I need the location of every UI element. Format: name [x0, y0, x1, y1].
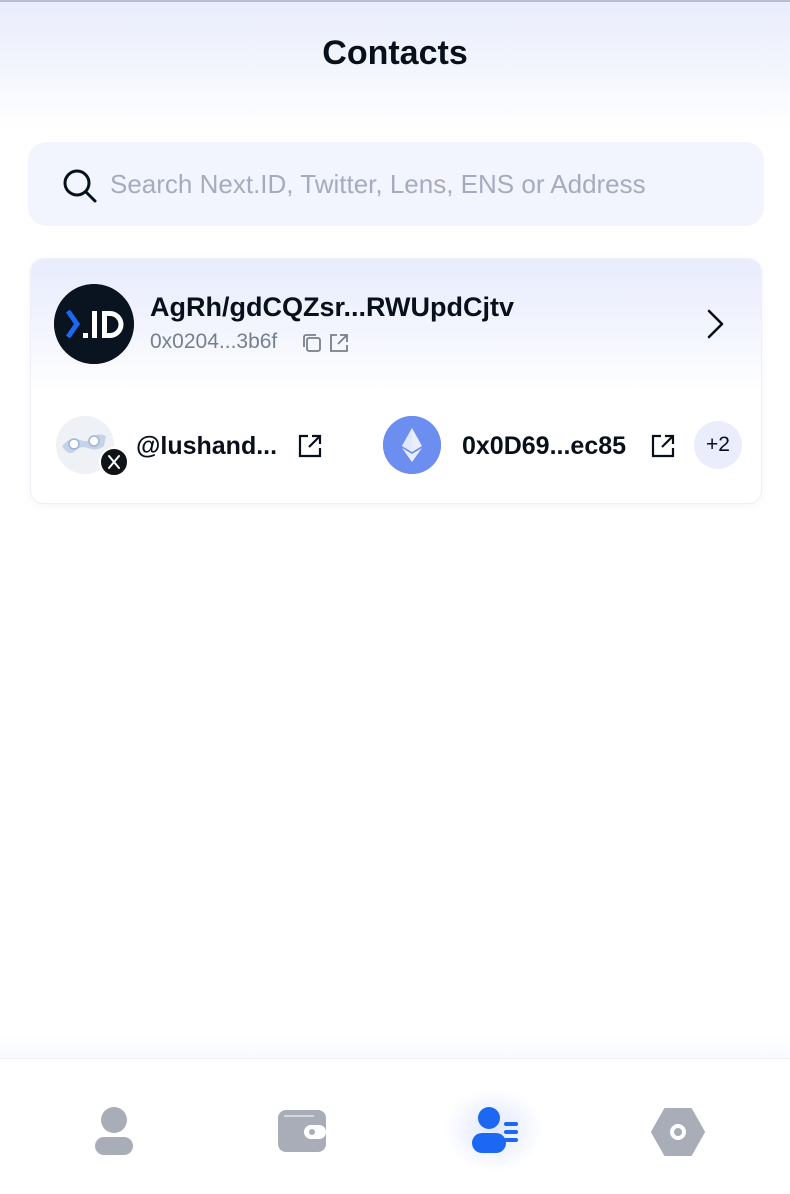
- contact-name: AgRh/gdCQZsr...RWUpdCjtv: [150, 292, 514, 322]
- ethereum-address[interactable]: 0x0D69...ec85: [462, 432, 626, 461]
- chevron-right-icon[interactable]: [700, 306, 730, 342]
- nextid-logo-icon: [54, 284, 134, 364]
- more-identities-badge[interactable]: +2: [694, 421, 742, 469]
- contact-address: 0x0204...3b6f: [150, 330, 278, 353]
- twitter-external-link-icon[interactable]: [296, 432, 324, 460]
- page-title: Contacts: [322, 34, 468, 72]
- x-logo-icon: [99, 447, 129, 477]
- twitter-handle[interactable]: @lushand...: [136, 432, 277, 461]
- nav-profile-user-icon[interactable]: [84, 1104, 144, 1160]
- ethereum-icon: [383, 416, 441, 474]
- contact-card-header: [31, 259, 761, 391]
- search-icon: [63, 169, 97, 203]
- nav-wallet-icon[interactable]: [272, 1104, 332, 1160]
- search-input[interactable]: [110, 164, 750, 204]
- ethereum-external-link-icon[interactable]: [649, 432, 677, 460]
- copy-icon[interactable]: [301, 332, 323, 354]
- nav-settings-icon[interactable]: [648, 1104, 708, 1160]
- external-link-icon[interactable]: [328, 332, 350, 354]
- nav-contacts-icon[interactable]: [464, 1104, 524, 1160]
